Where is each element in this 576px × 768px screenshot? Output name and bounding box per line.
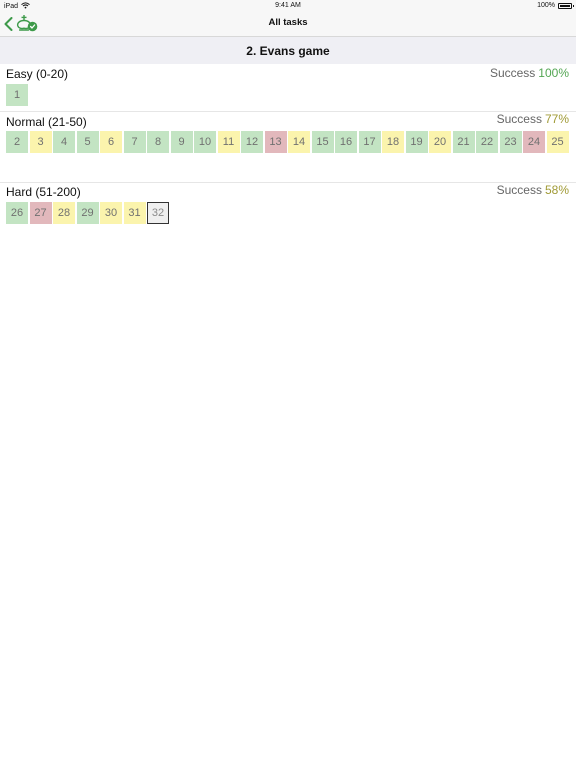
task-tile[interactable]: 18 [382,131,404,153]
group-easy: Easy (0-20) Success 100% 1 [0,64,576,112]
task-tile[interactable]: 17 [358,131,381,153]
group-success: Success 58% [497,183,569,197]
group-hard: Hard (51-200) Success 58% 26 27 28 29 30 31 32 [0,183,576,228]
task-tile[interactable]: 27 [29,202,52,224]
battery-icon [558,2,574,9]
task-tile[interactable]: 12 [241,131,263,153]
task-tile[interactable]: 30 [100,202,122,224]
task-tile[interactable]: 15 [311,131,334,153]
status-bar: iPad 9:41 AM 100% [0,0,576,12]
success-label: Success [489,66,536,80]
success-percent: 100% [538,66,569,80]
task-tile[interactable]: 3 [29,131,52,153]
task-tile[interactable]: 24 [523,131,545,153]
task-tile[interactable]: 5 [76,131,99,153]
task-tile[interactable]: 13 [264,131,287,153]
status-time: 9:41 AM [275,2,301,9]
task-tile[interactable]: 23 [499,131,522,153]
task-tile[interactable]: 22 [476,131,498,153]
section-title: 2. Evans game [246,44,330,58]
navigation-bar: All tasks [0,12,576,36]
task-tile[interactable]: 11 [217,131,240,153]
task-tile[interactable]: 2 [6,131,28,153]
group-label: Normal (21-50) [6,115,87,129]
task-tiles: 1 [6,84,572,106]
success-label: Success [496,183,542,197]
task-tile[interactable]: 26 [6,202,28,224]
task-tile[interactable]: 19 [405,131,428,153]
group-label: Hard (51-200) [6,185,81,199]
success-label: Success [496,112,542,126]
task-tile[interactable]: 4 [53,131,75,153]
group-success: Success 77% [497,112,569,126]
group-normal: Normal (21-50) Success 77% 2 3 4 5 6 7 8 9 10 11 12… [0,112,576,183]
group-label: Easy (0-20) [6,67,69,81]
task-tile[interactable]: 1 [6,84,28,106]
task-tile[interactable]: 8 [147,131,169,153]
task-tile[interactable]: 21 [452,131,475,153]
task-tiles: 2 3 4 5 6 7 8 9 10 11 12 13 14 15 16 17 18 19 20 21 22 23 24 25 [6,131,572,153]
success-percent: 58% [544,183,569,197]
task-tile[interactable]: 9 [170,131,193,153]
success-percent: 77% [544,112,569,126]
task-tile[interactable]: 10 [194,131,216,153]
task-tile[interactable]: 14 [288,131,310,153]
task-tile[interactable]: 20 [429,131,451,153]
section-header: 2. Evans game [0,36,576,64]
task-tile[interactable]: 16 [335,131,357,153]
task-tile-current[interactable]: 32 [147,202,169,224]
task-tile[interactable]: 6 [100,131,122,153]
battery-percent: 100% [537,2,555,9]
nav-title: All tasks [268,17,308,28]
task-tile[interactable]: 28 [53,202,75,224]
task-tile[interactable]: 29 [76,202,99,224]
task-tile[interactable]: 7 [123,131,146,153]
group-success: Success 100% [490,66,569,80]
task-tiles: 26 27 28 29 30 31 32 [6,202,572,224]
task-tile[interactable]: 25 [546,131,569,153]
task-tile[interactable]: 31 [123,202,146,224]
